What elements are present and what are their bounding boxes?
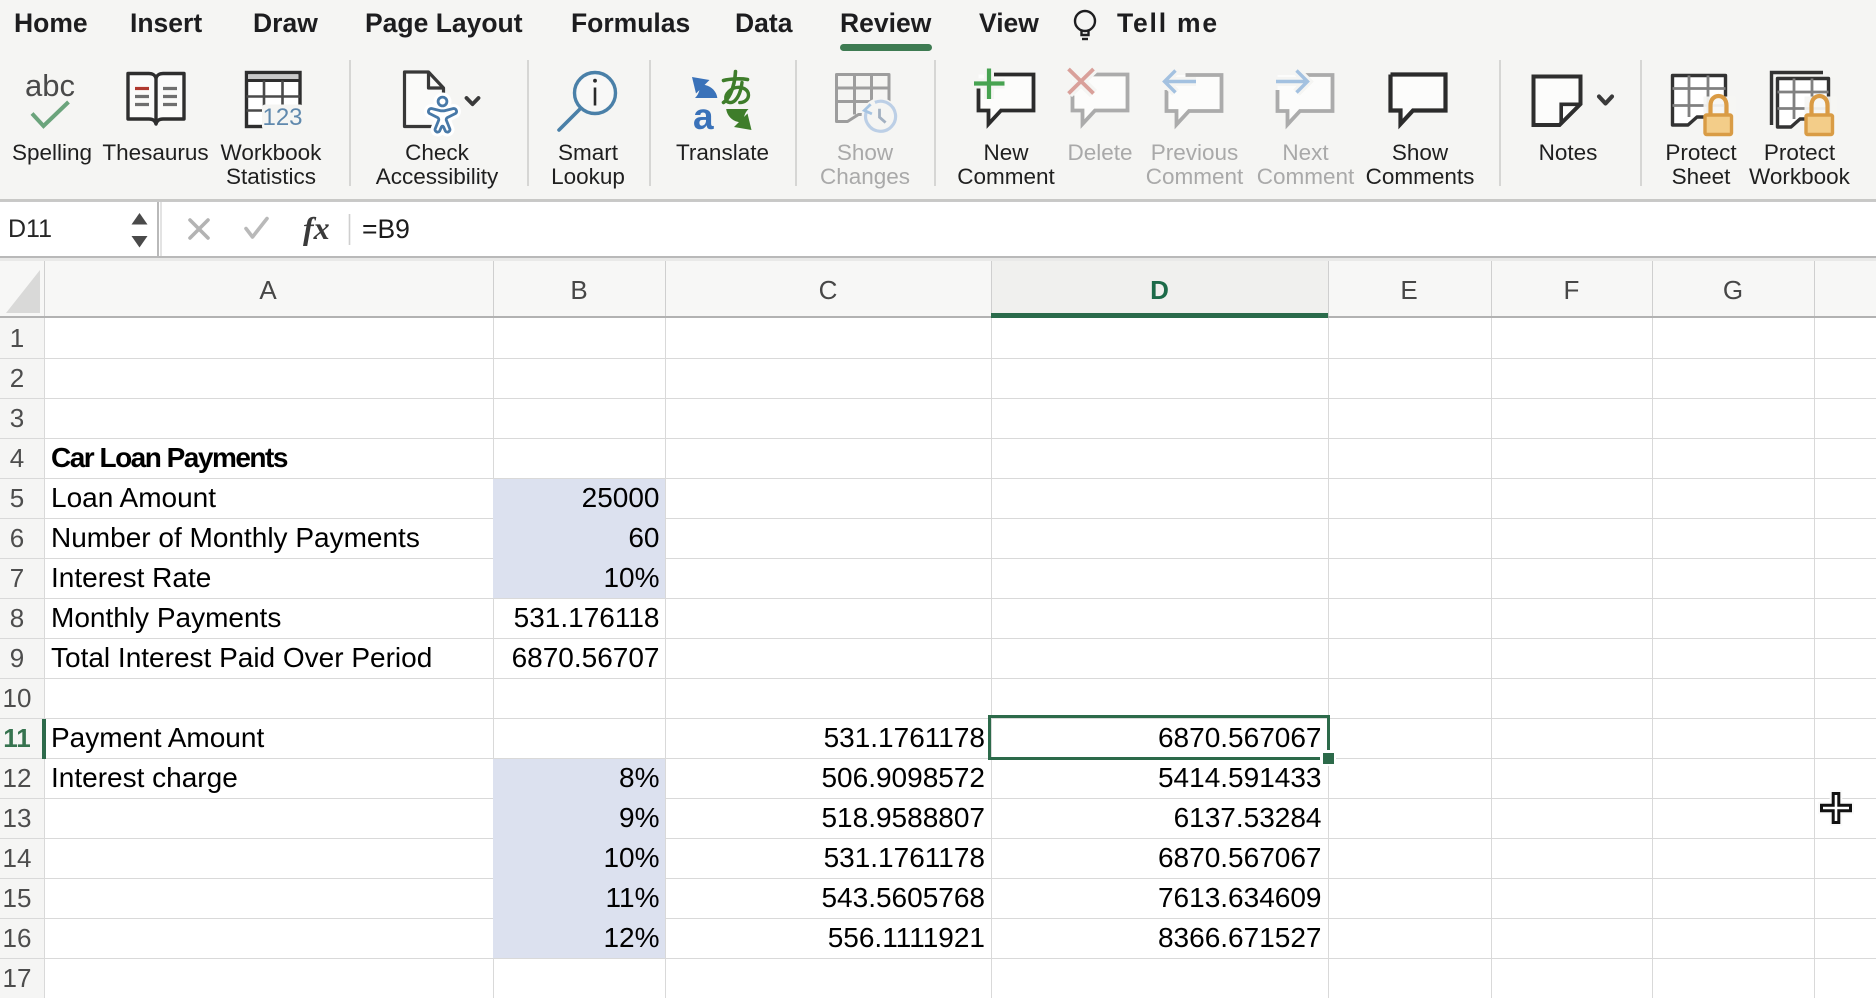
svg-text:abc: abc xyxy=(25,68,75,103)
svg-text:a: a xyxy=(693,96,714,137)
svg-text:123: 123 xyxy=(262,104,302,131)
